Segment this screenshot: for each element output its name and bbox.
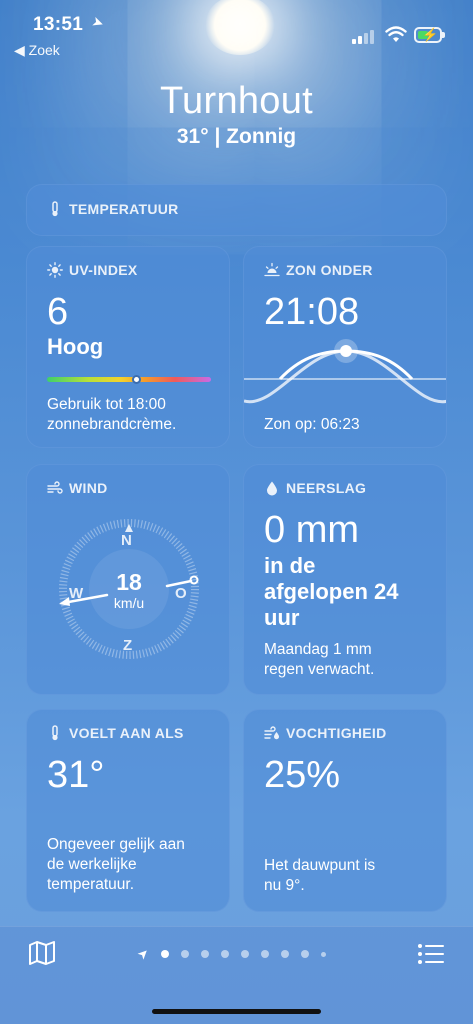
- list-icon[interactable]: [417, 942, 445, 966]
- precipitation-amount: 0 mm: [264, 509, 359, 551]
- uv-advice-line: zonnebrandcrème.: [47, 416, 177, 433]
- temperature-label: TEMPERATUUR: [69, 201, 179, 217]
- wind-card[interactable]: WIND N O Z W 18 km/u: [26, 464, 230, 695]
- precipitation-period-line: afgelopen 24: [264, 579, 399, 604]
- city-name: Turnhout: [159, 80, 314, 122]
- dew-point-description: Het dauwpunt is nu 9°.: [264, 856, 375, 896]
- wind-icon: [47, 481, 63, 494]
- page-dot: [200, 950, 209, 958]
- uv-advice-line: Gebruik tot 18:00: [47, 396, 166, 413]
- page-dot: [300, 950, 309, 958]
- precipitation-label: NEERSLAG: [286, 480, 367, 496]
- sunrise-time: Zon op: 06:23: [264, 416, 360, 433]
- sunset-label: ZON ONDER: [286, 262, 373, 278]
- uv-index-card[interactable]: UV-INDEX 6 Hoog Gebruik tot 18:00 zonneb…: [26, 246, 230, 448]
- precipitation-forecast: Maandag 1 mm regen verwacht.: [264, 640, 374, 680]
- current-conditions: 31° | Zonnig: [176, 125, 297, 148]
- sunset-icon: [264, 262, 280, 277]
- humidity-icon: [264, 726, 279, 740]
- precipitation-forecast-line: Maandag 1 mm: [264, 641, 372, 658]
- battery-icon: ⚡: [414, 27, 445, 43]
- feels-like-value: 31°: [47, 754, 105, 796]
- precipitation-card[interactable]: NEERSLAG 0 mm in de afgelopen 24 uur Maa…: [243, 464, 447, 695]
- status-bar: 13:51 ➤ ◀ Zoek ⚡: [0, 0, 473, 60]
- page-dot: [240, 950, 249, 958]
- feels-like-label: VOELT AAN ALS: [69, 725, 184, 741]
- feels-like-desc-line: temperatuur.: [47, 876, 135, 893]
- thermometer-icon: [52, 725, 58, 741]
- page-dot: [160, 950, 169, 958]
- sunset-time: 21:08: [264, 291, 360, 333]
- home-indicator[interactable]: [152, 1009, 321, 1014]
- feels-like-description: Ongeveer gelijk aan de werkelijke temper…: [47, 835, 185, 895]
- raindrop-icon: [267, 481, 277, 496]
- uv-label: UV-INDEX: [69, 262, 138, 278]
- page-indicator[interactable]: ➤: [134, 944, 326, 963]
- uv-scale-indicator: [131, 375, 141, 384]
- dew-point-line: Het dauwpunt is: [264, 857, 376, 874]
- uv-advice: Gebruik tot 18:00 zonnebrandcrème.: [47, 395, 176, 435]
- sunset-card[interactable]: ZON ONDER 21:08 Zon op: 06:23: [243, 246, 447, 448]
- wifi-icon: [385, 26, 407, 42]
- compass-south: Z: [123, 637, 133, 654]
- page-dot: [280, 950, 289, 958]
- back-to-search-link[interactable]: ◀ Zoek: [14, 42, 60, 59]
- uv-level: Hoog: [47, 334, 104, 359]
- feels-like-desc-line: de werkelijke: [47, 856, 137, 873]
- cellular-signal-icon: [352, 30, 374, 44]
- compass-north: N: [121, 532, 132, 549]
- feels-like-desc-line: Ongeveer gelijk aan: [47, 836, 185, 853]
- wind-label: WIND: [69, 480, 108, 496]
- precipitation-period-line: in de: [264, 553, 316, 578]
- uv-scale-bar: [47, 375, 211, 384]
- wind-speed: 18: [116, 569, 142, 595]
- humidity-card[interactable]: VOCHTIGHEID 25% Het dauwpunt is nu 9°.: [243, 709, 447, 912]
- location-header: Turnhout 31° | Zonnig: [0, 80, 473, 149]
- humidity-label: VOCHTIGHEID: [286, 725, 387, 741]
- wind-unit: km/u: [113, 595, 145, 611]
- page-dot: [320, 951, 326, 957]
- feels-like-card[interactable]: VOELT AAN ALS 31° Ongeveer gelijk aan de…: [26, 709, 230, 912]
- precipitation-period: in de afgelopen 24 uur: [264, 553, 398, 631]
- dew-point-line: nu 9°.: [264, 877, 305, 894]
- precipitation-period-line: uur: [264, 605, 300, 630]
- precipitation-forecast-line: regen verwacht.: [264, 661, 375, 678]
- map-icon[interactable]: [28, 940, 56, 966]
- status-time: 13:51: [33, 14, 84, 35]
- sun-icon: [47, 262, 63, 278]
- page-dot: [220, 950, 229, 958]
- page-dot: [180, 950, 189, 958]
- humidity-value: 25%: [264, 754, 341, 796]
- sun-path-graph: [244, 339, 446, 404]
- uv-value: 6: [47, 291, 69, 333]
- page-dot: [260, 950, 269, 958]
- thermometer-icon: [52, 201, 58, 217]
- location-arrow-icon: ➤: [89, 12, 107, 32]
- temperature-card[interactable]: TEMPERATUUR: [26, 184, 447, 236]
